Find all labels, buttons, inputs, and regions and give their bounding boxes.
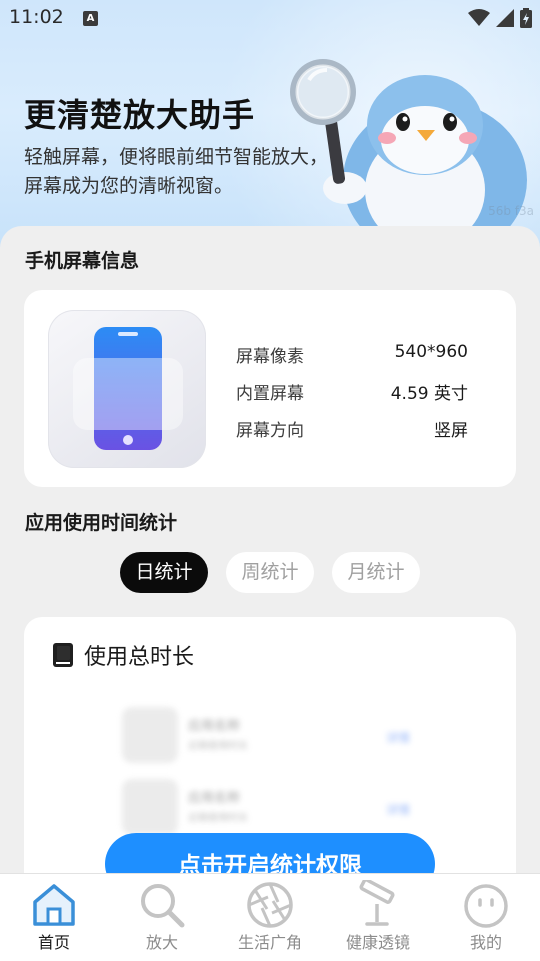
status-bar: 11:02 A	[0, 0, 540, 36]
camera-aperture-icon	[247, 882, 293, 928]
phone-icon	[48, 310, 206, 468]
watermark: 56b f3a	[488, 204, 534, 218]
wifi-icon	[468, 9, 490, 26]
telescope-icon	[359, 880, 395, 926]
nav-item-health-lens[interactable]: 健康透镜	[324, 874, 432, 961]
app-name-placeholder: 应用名称	[188, 791, 241, 806]
notification-icon: A	[83, 11, 98, 26]
cell-signal-icon	[496, 9, 514, 27]
battery-icon	[520, 8, 532, 28]
status-time: 11:02	[9, 6, 64, 28]
nav-item-home[interactable]: 首页	[0, 874, 108, 961]
status-icons	[468, 8, 532, 28]
info-row-orientation: 屏幕方向 竖屏	[236, 416, 468, 453]
nav-label: 放大	[145, 933, 178, 952]
tab-monthly[interactable]: 月统计	[332, 552, 420, 593]
usage-stats-title: 应用使用时间统计	[25, 512, 178, 534]
info-label: 屏幕像素	[236, 347, 304, 367]
placeholder-row: 应用名称 近期使用时长 详情	[122, 707, 422, 767]
tab-weekly[interactable]: 周统计	[226, 552, 314, 593]
info-value: 4.59 英寸	[390, 384, 468, 404]
phone-illustration	[73, 327, 183, 450]
info-label: 屏幕方向	[236, 421, 304, 441]
info-row-resolution: 屏幕像素 540*960	[236, 342, 468, 379]
usage-card-header: 使用总时长	[52, 639, 194, 671]
detail-link-placeholder: 详情	[386, 803, 411, 817]
nav-item-life-wide-angle[interactable]: 生活广角	[216, 874, 324, 961]
nav-item-magnify[interactable]: 放大	[108, 874, 216, 961]
info-value: 竖屏	[434, 421, 468, 441]
app-detail-placeholder: 近期使用时长	[188, 741, 248, 752]
nav-item-mine[interactable]: 我的	[432, 874, 540, 961]
book-icon	[53, 643, 73, 667]
info-label: 内置屏幕	[236, 384, 304, 404]
detail-link-placeholder: 详情	[386, 731, 411, 745]
screen-info-title: 手机屏幕信息	[25, 250, 140, 272]
placeholder-row: 应用名称 近期使用时长 详情	[122, 779, 422, 839]
home-icon	[33, 884, 75, 926]
nav-label: 健康透镜	[345, 933, 410, 952]
hero-title: 更清楚放大助手	[24, 96, 256, 134]
app-icon-placeholder	[122, 707, 178, 763]
app-name-placeholder: 应用名称	[188, 719, 241, 734]
screen-info-card: 屏幕像素 540*960 内置屏幕 4.59 英寸 屏幕方向 竖屏	[24, 290, 516, 487]
tab-daily[interactable]: 日统计	[120, 552, 208, 593]
info-value: 540*960	[394, 342, 468, 362]
nav-label: 首页	[37, 933, 70, 952]
nav-label: 我的	[469, 933, 502, 952]
screen-info-rows: 屏幕像素 540*960 内置屏幕 4.59 英寸 屏幕方向 竖屏	[236, 342, 468, 453]
nav-label: 生活广角	[237, 933, 302, 952]
usage-period-tabs: 日统计 周统计 月统计	[120, 552, 420, 593]
bottom-navigation: 首页 放大 生活广角 健康透镜 我的	[0, 873, 540, 961]
magnifier-icon	[141, 884, 185, 928]
info-row-size: 内置屏幕 4.59 英寸	[236, 379, 468, 416]
app-detail-placeholder: 近期使用时长	[188, 813, 248, 824]
app-icon-placeholder	[122, 779, 178, 835]
hero-banner: 更清楚放大助手 轻触屏幕，便将眼前细节智能放大，屏幕成为您的清晰视窗。 56b …	[0, 0, 540, 250]
smiley-face-icon	[464, 884, 508, 928]
usage-card-title: 使用总时长	[84, 645, 195, 670]
